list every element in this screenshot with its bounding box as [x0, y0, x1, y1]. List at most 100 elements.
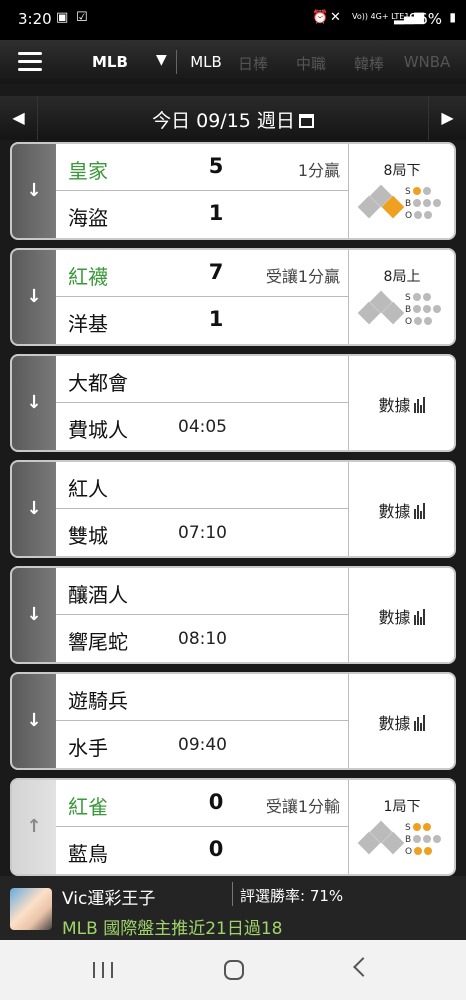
- live-status[interactable]: 1局下 S B O: [348, 780, 454, 874]
- game-card[interactable]: ↓ 皇家 5 1分贏 海盜 1 8局下 S B O: [10, 142, 456, 240]
- home-row: 響尾蛇 08:10: [56, 615, 348, 662]
- game-card[interactable]: ↓ 遊騎兵 水手 09:40 數據: [10, 672, 456, 770]
- game-card[interactable]: ↓ 紅人 雙城 07:10 數據: [10, 460, 456, 558]
- stats-label: 數據: [378, 502, 411, 521]
- away-team: 皇家: [68, 159, 108, 183]
- away-row: 釀酒人: [56, 568, 348, 615]
- home-row: 水手 09:40: [56, 721, 348, 768]
- bases-diamond: [357, 290, 405, 328]
- game-card[interactable]: ↓ 大都會 費城人 04:05 數據: [10, 354, 456, 452]
- menu-icon[interactable]: [18, 52, 42, 72]
- back-icon[interactable]: [353, 957, 373, 977]
- game-rows: 釀酒人 響尾蛇 08:10: [56, 568, 348, 662]
- handicap-result: 1分贏: [297, 161, 340, 180]
- recents-icon[interactable]: [93, 962, 115, 978]
- away-row: 皇家 5 1分贏: [56, 144, 348, 191]
- game-time: 08:10: [178, 629, 227, 649]
- home-score: 1: [208, 307, 224, 331]
- home-team: 洋基: [68, 312, 108, 336]
- status-time: 3:20: [18, 10, 52, 28]
- game-time: 07:10: [178, 523, 227, 543]
- away-row: 紅雀 0 受讓1分輸: [56, 780, 348, 827]
- count-indicators: S B O: [405, 292, 442, 328]
- game-card[interactable]: ↑ 紅雀 0 受讓1分輸 藍鳥 0 1局下 S B O: [10, 778, 456, 876]
- stats-button[interactable]: 數據: [348, 356, 454, 450]
- game-time: 04:05: [178, 417, 227, 437]
- home-score: 0: [208, 837, 224, 861]
- dropdown-arrow-icon[interactable]: ▼: [156, 52, 167, 68]
- game-card[interactable]: ↓ 釀酒人 響尾蛇 08:10 數據: [10, 566, 456, 664]
- home-row: 藍鳥 0: [56, 827, 348, 874]
- game-rows: 紅人 雙城 07:10: [56, 462, 348, 556]
- away-score: 5: [208, 154, 224, 178]
- stats-label: 數據: [378, 608, 411, 627]
- stats-button[interactable]: 數據: [348, 674, 454, 768]
- expert-promo-banner[interactable]: Vic運彩王子 評選勝率: 71% MLB 國際盤主推近21日過18: [0, 876, 466, 940]
- expand-down-icon[interactable]: ↓: [12, 250, 56, 344]
- tab-wnba[interactable]: WNBA: [398, 53, 456, 74]
- bar-chart-icon: [413, 503, 426, 523]
- away-row: 遊騎兵: [56, 674, 348, 721]
- game-time: 09:40: [178, 735, 227, 755]
- home-row: 海盜 1: [56, 191, 348, 238]
- mute-icon: ✕: [330, 10, 341, 25]
- home-team: 水手: [68, 736, 108, 760]
- game-rows: 皇家 5 1分贏 海盜 1: [56, 144, 348, 238]
- away-row: 紅襪 7 受讓1分贏: [56, 250, 348, 297]
- expand-down-icon[interactable]: ↓: [12, 568, 56, 662]
- expand-down-icon[interactable]: ↓: [12, 462, 56, 556]
- collapse-up-icon[interactable]: ↑: [12, 780, 56, 874]
- expand-down-icon[interactable]: ↓: [12, 144, 56, 238]
- win-rate: 評選勝率: 71%: [240, 887, 344, 905]
- handicap-result: 受讓1分贏: [265, 267, 340, 286]
- inning-label: 8局上: [383, 269, 421, 285]
- date-label: 今日 09/15 週日: [152, 110, 295, 132]
- home-icon[interactable]: [224, 960, 244, 980]
- game-rows: 紅雀 0 受讓1分輸 藍鳥 0: [56, 780, 348, 874]
- alarm-icon: ⏰: [312, 10, 329, 25]
- stats-button[interactable]: 數據: [348, 462, 454, 556]
- away-team: 釀酒人: [68, 583, 128, 607]
- avatar[interactable]: [10, 888, 52, 930]
- tab-mlb[interactable]: MLB: [188, 53, 224, 74]
- tab-cpbl[interactable]: 中職: [282, 53, 340, 74]
- bases-diamond: [357, 820, 405, 858]
- top-nav: MLB ▼ MLB 日棒 中職 韓棒 WNBA: [0, 40, 466, 84]
- live-status[interactable]: 8局上 S B O: [348, 250, 454, 344]
- game-rows: 紅襪 7 受讓1分贏 洋基 1: [56, 250, 348, 344]
- league-tabs: MLB 日棒 中職 韓棒 WNBA: [188, 53, 456, 74]
- system-nav-bar: [0, 940, 466, 1000]
- image-icon: ▣: [56, 10, 69, 25]
- expand-down-icon[interactable]: ↓: [12, 356, 56, 450]
- battery-percent: 86%: [408, 10, 442, 28]
- away-score: 0: [208, 790, 224, 814]
- expand-down-icon[interactable]: ↓: [12, 674, 56, 768]
- date-label-wrap[interactable]: 今日 09/15 週日: [0, 106, 466, 133]
- away-team: 紅雀: [68, 795, 108, 819]
- home-team: 雙城: [68, 524, 108, 548]
- promo-message[interactable]: MLB 國際盤主推近21日過18: [62, 914, 282, 939]
- away-row: 紅人: [56, 462, 348, 509]
- bar-chart-icon: [413, 609, 426, 629]
- home-row: 洋基 1: [56, 297, 348, 344]
- bar-chart-icon: [413, 397, 426, 417]
- promo-divider: [232, 882, 233, 906]
- next-day-button[interactable]: ▶: [428, 96, 466, 140]
- game-card[interactable]: ↓ 紅襪 7 受讓1分贏 洋基 1 8局上 S B O: [10, 248, 456, 346]
- away-team: 紅人: [68, 477, 108, 501]
- live-status[interactable]: 8局下 S B O: [348, 144, 454, 238]
- home-team: 響尾蛇: [68, 630, 128, 654]
- away-team: 遊騎兵: [68, 689, 128, 713]
- calendar-icon[interactable]: [298, 114, 314, 128]
- league-dropdown[interactable]: MLB: [92, 53, 128, 71]
- home-row: 費城人 04:05: [56, 403, 348, 450]
- home-team: 海盜: [68, 206, 108, 230]
- bases-diamond: [357, 184, 405, 222]
- game-rows: 大都會 費城人 04:05: [56, 356, 348, 450]
- tab-npb[interactable]: 日棒: [224, 53, 282, 74]
- inning-label: 1局下: [383, 799, 421, 815]
- battery-icon: ▮: [449, 10, 456, 24]
- away-team: 大都會: [68, 371, 128, 395]
- tab-kbo[interactable]: 韓棒: [340, 53, 398, 74]
- stats-button[interactable]: 數據: [348, 568, 454, 662]
